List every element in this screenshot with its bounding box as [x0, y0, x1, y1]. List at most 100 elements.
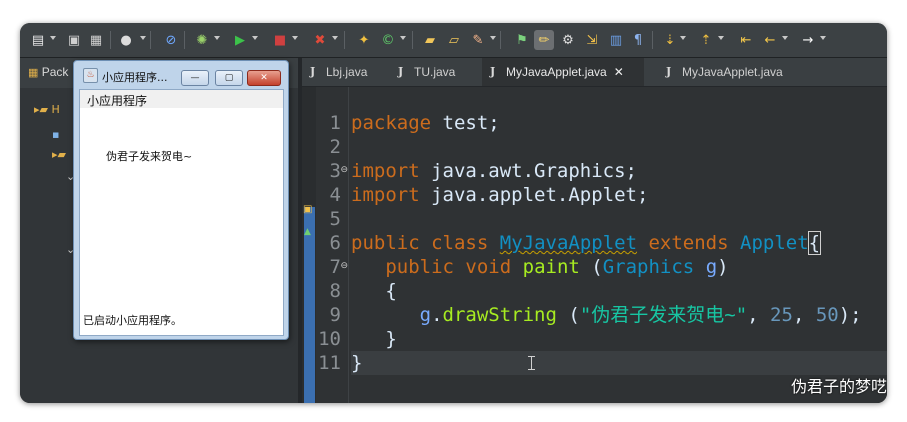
line-number: 8	[329, 280, 341, 302]
pen-dropdown-icon[interactable]	[490, 36, 496, 40]
warning-icon: ▣	[303, 204, 313, 215]
editor-tabbar: J Lbj.java J TU.java J MyJavaApplet.java…	[302, 58, 887, 87]
applet-client-area: 小应用程序 伪君子发来贺电~ 已启动小应用程序。	[79, 89, 284, 336]
stop-icon[interactable]: ✖	[310, 30, 330, 50]
current-line-highlight	[351, 351, 887, 375]
pen-icon[interactable]: ✎	[468, 30, 488, 50]
close-button[interactable]: ✕	[247, 70, 281, 86]
applet-viewer-window: ♨ 小应用程序... — ▢ ✕ 小应用程序 伪君子发来贺电~ 已启动小应用程序…	[73, 60, 289, 340]
watermark-text: 伪君子的梦呓	[790, 377, 887, 396]
tree-item[interactable]: ▸▰	[52, 148, 66, 161]
line-number: 6	[329, 232, 341, 254]
debug-icon[interactable]: ✺	[192, 30, 212, 50]
line-number: 5	[329, 208, 341, 230]
toolbar-separator	[412, 31, 413, 49]
applet-status-text: 已启动小应用程序。	[83, 314, 182, 327]
prev-edit-icon[interactable]: ⇡	[696, 30, 716, 50]
code-line-1: package test;	[351, 112, 500, 134]
code-line-4: import java.applet.Applet;	[351, 184, 649, 206]
profile-dropdown-icon[interactable]	[140, 36, 146, 40]
editor-tab-lbj[interactable]: J Lbj.java	[310, 58, 390, 86]
toolbar-separator	[652, 31, 653, 49]
editor-tab-myjavaapplet[interactable]: J MyJavaApplet.java	[666, 58, 816, 86]
toggle-icon[interactable]: ⚙	[558, 30, 578, 50]
forward-dropdown-icon[interactable]	[820, 36, 826, 40]
new-dropdown-icon[interactable]	[50, 36, 56, 40]
applet-drawn-text: 伪君子发来贺电~	[106, 150, 193, 163]
new-class-dropdown-icon[interactable]	[400, 36, 406, 40]
code-line-9: g.drawString ("伪君子发来贺电~", 25, 50);	[419, 304, 862, 326]
code-line-6: public class MyJavaApplet extends Applet…	[351, 231, 822, 255]
stop-dropdown-icon[interactable]	[332, 36, 338, 40]
code-line-7: public void paint (Graphics g)	[385, 256, 729, 278]
line-number: 2	[329, 136, 341, 158]
java-file-icon: J	[490, 65, 496, 78]
toolbar-separator	[500, 31, 501, 49]
applet-menubar: 小应用程序	[80, 90, 283, 108]
line-number: 1	[329, 112, 341, 134]
fold-icon[interactable]: ⊖	[340, 165, 348, 175]
last-edit-location-icon[interactable]: ⇤	[736, 30, 756, 50]
editor-icon[interactable]: ⇲	[582, 30, 602, 50]
fold-icon[interactable]: ⊖	[340, 261, 348, 271]
text-cursor-icon	[528, 356, 535, 370]
external-dropdown-icon[interactable]	[292, 36, 298, 40]
applet-menu[interactable]: 小应用程序	[87, 92, 147, 109]
run-icon[interactable]: ▶	[230, 30, 250, 50]
next-annotation-icon[interactable]: ⚑	[512, 30, 532, 50]
editor-tab-label: TU.java	[414, 65, 456, 79]
new-class-icon[interactable]: ©	[378, 30, 398, 50]
minimize-button[interactable]: —	[181, 70, 209, 86]
editor-tab-label: MyJavaApplet.java	[506, 65, 607, 79]
line-number: 4	[329, 184, 341, 206]
line-number: 9	[329, 304, 341, 326]
annotation-ruler[interactable]: ▣ ▲	[302, 87, 316, 403]
block-selection-icon[interactable]: ▥	[606, 30, 626, 50]
toolbar-separator	[110, 31, 111, 49]
show-whitespace-icon[interactable]: ¶	[628, 30, 648, 50]
code-line-8: {	[385, 280, 397, 302]
open-type-icon[interactable]: ▰	[420, 30, 440, 50]
line-number: 11	[318, 352, 341, 374]
save-all-icon[interactable]: ▦	[86, 30, 106, 50]
toolbar-separator	[184, 31, 185, 49]
run-external-icon[interactable]: ■	[270, 30, 290, 50]
open-folder-icon[interactable]: ▱	[444, 30, 464, 50]
applet-window-title: 小应用程序...	[102, 71, 168, 84]
line-number-gutter: 1 2 3 4 5 6 7 8 9 10 11 ⊖ ⊖	[316, 87, 349, 403]
override-icon: ▲	[304, 227, 311, 237]
save-icon[interactable]: ▣	[64, 30, 84, 50]
line-number: 7	[329, 256, 341, 278]
profile-icon[interactable]: ●	[116, 30, 136, 50]
java-app-icon: ♨	[83, 68, 98, 83]
forward-icon[interactable]: →	[798, 30, 818, 50]
back-icon[interactable]: ←	[760, 30, 780, 50]
next-edit-dropdown-icon[interactable]	[680, 36, 686, 40]
maximize-button[interactable]: ▢	[215, 70, 243, 86]
new-package-icon[interactable]: ✦	[354, 30, 374, 50]
editor-tab-tu[interactable]: J TU.java	[398, 58, 478, 86]
package-explorer-tab[interactable]: ▦ Pack	[28, 65, 68, 79]
prev-edit-dropdown-icon[interactable]	[718, 36, 724, 40]
java-file-icon: J	[666, 65, 672, 78]
project-tree-item[interactable]: ▸▰ H	[34, 103, 60, 116]
debug-dropdown-icon[interactable]	[214, 36, 220, 40]
java-file-icon: J	[398, 65, 404, 78]
editor-tab-label: MyJavaApplet.java	[682, 65, 783, 79]
line-number: 3	[329, 160, 341, 182]
run-dropdown-icon[interactable]	[252, 36, 258, 40]
java-file-icon: J	[310, 65, 316, 78]
editor-tab-myjavaapplet-active[interactable]: J MyJavaApplet.java ✕	[482, 58, 644, 86]
editor-tab-label: Lbj.java	[326, 65, 368, 79]
code-area[interactable]: package test; import java.awt.Graphics; …	[351, 87, 887, 403]
tree-item[interactable]: ▪	[52, 128, 59, 141]
package-explorer-tab-label: Pack	[41, 65, 69, 79]
applet-titlebar[interactable]: ♨ 小应用程序... — ▢ ✕	[74, 61, 288, 89]
skip-breakpoints-icon[interactable]: ⊘	[161, 30, 181, 50]
main-toolbar: ▤ ▣ ▦ ● ⊘ ✺ ▶ ■ ✖ ✦ © ▰ ▱ ✎ ⚑ ✏ ⚙ ⇲ ▥ ¶ …	[20, 23, 887, 58]
new-icon[interactable]: ▤	[28, 30, 48, 50]
back-dropdown-icon[interactable]	[782, 36, 788, 40]
next-edit-icon[interactable]: ⇣	[660, 30, 680, 50]
mark-occurrences-icon[interactable]: ✏	[534, 30, 554, 50]
close-icon[interactable]: ✕	[614, 65, 624, 79]
